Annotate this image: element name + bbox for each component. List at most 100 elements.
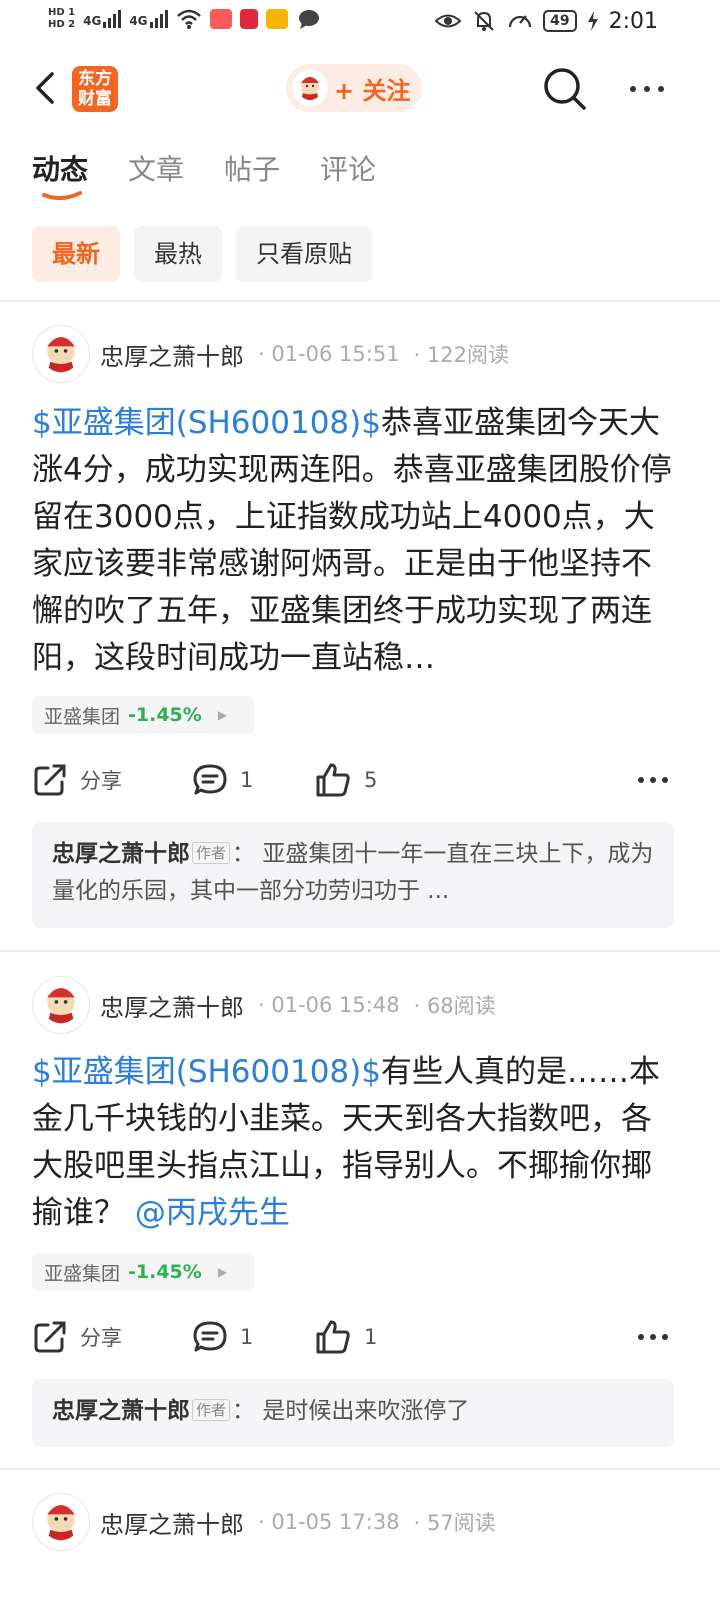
author-name[interactable]: 忠厚之萧十郎 <box>100 1505 244 1540</box>
post-more-icon[interactable] <box>638 777 668 783</box>
tab-posts-label: 帖子 <box>224 153 281 186</box>
post-reads-value: 68阅读 <box>426 994 496 1018</box>
like-button[interactable]: 5 <box>314 758 377 802</box>
share-label: 分享 <box>80 1326 122 1350</box>
post-divider <box>0 950 720 952</box>
stock-link[interactable]: $亚盛集团(SH600108)$ <box>32 1054 381 1090</box>
charging-icon <box>587 11 598 31</box>
mute-bell-icon <box>474 11 494 31</box>
clock: 2:01 <box>608 8 658 34</box>
author-name[interactable]: 忠厚之萧十郎 <box>100 337 244 372</box>
post-card[interactable]: 忠厚之萧十郎 · 01-05 17:38 · 57阅读 <box>0 1492 720 1592</box>
post-time-value: 01-05 17:38 <box>271 1510 400 1534</box>
logo-line2: 财富 <box>78 89 112 109</box>
post-header: 忠厚之萧十郎 · 01-05 17:38 · 57阅读 <box>32 1492 496 1552</box>
chevron-right-icon: ▶ <box>217 1265 228 1279</box>
back-arrow-icon[interactable] <box>26 66 66 110</box>
comment-icon <box>193 764 227 795</box>
status-bar: HD 1 HD 2 4G 4G 49 2:01 <box>0 0 720 46</box>
post-reads-value: 57阅读 <box>426 1511 496 1535</box>
comment-button[interactable]: 1 <box>192 1315 253 1359</box>
comment-icon <box>193 1321 227 1352</box>
filter-hottest[interactable]: 最热 <box>134 226 222 282</box>
stock-quote-chip[interactable]: 亚盛集团 -1.45% ▶ <box>32 1253 254 1291</box>
post-card[interactable]: 忠厚之萧十郎 · 01-06 15:51 · 122阅读 $亚盛集团(SH600… <box>0 324 720 944</box>
share-button[interactable]: 分享 <box>32 1315 122 1359</box>
game-app-icon <box>265 9 288 29</box>
share-button[interactable]: 分享 <box>32 758 122 802</box>
top-header: 东方 财富 + 关注 <box>0 56 720 126</box>
post-content[interactable]: $亚盛集团(SH600108)$恭喜亚盛集团今天大涨4分，成功实现两连阳。恭喜亚… <box>32 400 672 682</box>
tab-active-indicator <box>42 191 82 200</box>
comment-count: 1 <box>240 1325 254 1349</box>
sim2-label: HD 2 <box>48 19 76 30</box>
app-notification-icon <box>209 9 232 29</box>
post-reads: · 57阅读 <box>413 1511 496 1535</box>
more-options-icon[interactable] <box>630 74 674 104</box>
post-time: · 01-06 15:48 <box>258 993 400 1017</box>
post-reads: · 122阅读 <box>413 343 510 367</box>
wifi-icon <box>176 9 201 29</box>
post-actions: 分享 1 5 <box>32 758 672 802</box>
tab-articles[interactable]: 文章 <box>128 148 184 198</box>
comment-count: 1 <box>240 768 254 792</box>
stock-change: -1.45% <box>128 1261 202 1283</box>
author-avatar[interactable] <box>32 976 90 1034</box>
post-reads-value: 122阅读 <box>426 343 510 367</box>
follow-label: + 关注 <box>334 76 411 105</box>
thumbs-up-icon <box>316 1320 350 1354</box>
post-time: · 01-05 17:38 <box>258 1510 400 1534</box>
like-count: 5 <box>364 768 378 792</box>
tab-activity-label: 动态 <box>32 153 89 186</box>
tab-activity[interactable]: 动态 <box>32 148 89 200</box>
network2-label: 4G <box>129 14 148 28</box>
post-divider <box>0 1468 720 1470</box>
stock-quote-chip[interactable]: 亚盛集团 -1.45% ▶ <box>32 696 254 734</box>
speed-icon <box>509 15 532 28</box>
network1-label: 4G <box>83 14 102 28</box>
section-divider <box>0 300 720 302</box>
book-app-icon <box>239 9 258 29</box>
post-text: 恭喜亚盛集团今天大涨4分，成功实现两连阳。恭喜亚盛集团股价停留在3000点，上证… <box>32 405 672 676</box>
author-avatar[interactable] <box>32 325 90 383</box>
comment-button[interactable]: 1 <box>192 758 253 802</box>
author-tag: 作者 <box>192 1399 231 1421</box>
signal-icon: 4G <box>83 10 122 28</box>
filter-latest[interactable]: 最新 <box>32 226 120 282</box>
stock-name: 亚盛集团 <box>44 705 121 728</box>
author-name[interactable]: 忠厚之萧十郎 <box>100 988 244 1023</box>
comment-author[interactable]: 忠厚之萧十郎 <box>52 1398 190 1424</box>
logo-line1: 东方 <box>78 69 112 89</box>
filter-original-only[interactable]: 只看原贴 <box>236 226 372 282</box>
author-tag: 作者 <box>192 842 231 864</box>
post-reads: · 68阅读 <box>413 994 496 1018</box>
post-more-icon[interactable] <box>638 1334 668 1340</box>
comment-author[interactable]: 忠厚之萧十郎 <box>52 841 190 867</box>
like-button[interactable]: 1 <box>314 1315 377 1359</box>
tab-articles-label: 文章 <box>128 153 185 186</box>
post-actions: 分享 1 1 <box>32 1315 672 1359</box>
stock-link[interactable]: $亚盛集团(SH600108)$ <box>32 405 381 441</box>
stock-name: 亚盛集团 <box>44 1262 121 1285</box>
top-comment[interactable]: 忠厚之萧十郎 作者： 是时候出来吹涨停了 <box>32 1379 674 1447</box>
battery-level: 49 <box>543 10 577 32</box>
eastmoney-logo: 东方 财富 <box>72 66 118 112</box>
post-card[interactable]: 忠厚之萧十郎 · 01-06 15:48 · 68阅读 $亚盛集团(SH6001… <box>0 975 720 1455</box>
top-comment[interactable]: 忠厚之萧十郎 作者： 亚盛集团十一年一直在三块上下，成为量化的乐园，其中一部分功劳… <box>32 822 674 928</box>
tab-comments[interactable]: 评论 <box>320 148 376 198</box>
eye-icon <box>435 14 462 28</box>
message-icon <box>298 10 319 29</box>
search-icon[interactable] <box>540 64 590 114</box>
stock-change: -1.45% <box>128 704 202 726</box>
comment-text: ： 是时候出来吹涨停了 <box>232 1398 470 1424</box>
like-count: 1 <box>364 1325 378 1349</box>
follow-button[interactable]: + 关注 <box>286 64 422 112</box>
chevron-right-icon: ▶ <box>217 708 228 722</box>
tab-comments-label: 评论 <box>320 153 377 186</box>
share-label: 分享 <box>80 769 122 793</box>
post-content[interactable]: $亚盛集团(SH600108)$有些人真的是……本金几千块钱的小韭菜。天天到各大… <box>32 1049 672 1237</box>
user-mention[interactable]: @丙戌先生 <box>135 1195 290 1231</box>
tab-posts[interactable]: 帖子 <box>224 148 280 198</box>
post-time-value: 01-06 15:48 <box>271 993 400 1017</box>
author-avatar[interactable] <box>32 1493 90 1551</box>
